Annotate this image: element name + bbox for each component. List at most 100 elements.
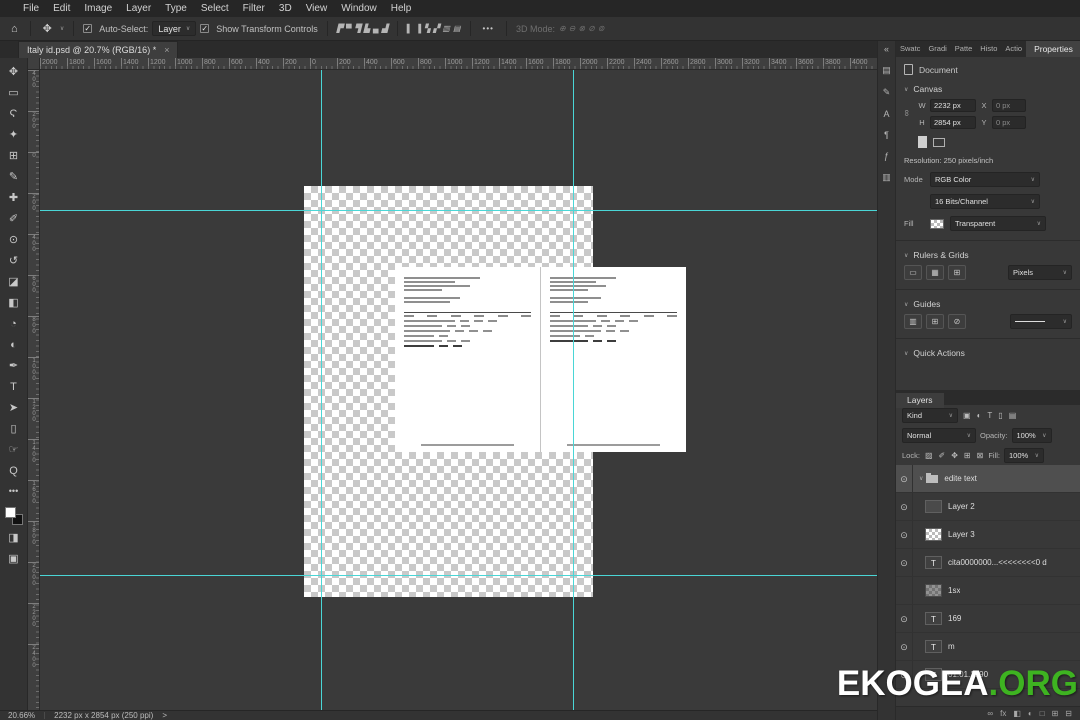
healing-brush-tool[interactable]: ✚ <box>0 188 28 209</box>
menu-item[interactable]: 3D <box>272 3 299 14</box>
glyphs-panel-icon[interactable]: ƒ <box>884 151 889 161</box>
menu-item[interactable]: View <box>299 3 335 14</box>
dodge-tool[interactable]: ◐ <box>0 335 28 356</box>
adjustment-layer-icon[interactable]: ◐ <box>1028 709 1033 718</box>
quick-actions-section-header[interactable]: ∨ Quick Actions <box>904 348 1072 358</box>
pen-tool[interactable]: ✒ <box>0 356 28 377</box>
menu-item[interactable]: Help <box>384 3 419 14</box>
text-layer-thumbnail[interactable]: T <box>925 556 942 569</box>
foreground-color-swatch[interactable] <box>4 507 16 518</box>
show-transform-checkbox[interactable]: ✓ <box>200 24 210 33</box>
visibility-eye-icon[interactable]: ⊙ <box>896 493 913 520</box>
distribute-icon[interactable]: ▥ <box>442 24 450 33</box>
visibility-eye-icon[interactable]: ⊙ <box>896 605 913 632</box>
close-icon[interactable]: × <box>164 45 169 55</box>
toggle-grid-icon[interactable]: ▦ <box>926 265 944 280</box>
toggle-guides-icon[interactable]: ▥ <box>904 314 922 329</box>
crop-tool[interactable]: ⊞ <box>0 146 28 167</box>
clone-stamp-tool[interactable]: ⊙ <box>0 230 28 251</box>
visibility-eye-icon[interactable] <box>896 577 913 604</box>
new-layer-icon[interactable]: ⊞ <box>1052 709 1059 718</box>
lock-transparency-icon[interactable]: ▨ <box>924 451 934 460</box>
layer-thumbnail[interactable] <box>925 584 942 597</box>
text-layer-thumbnail[interactable]: T <box>925 612 942 625</box>
auto-select-target-dropdown[interactable]: Layer ∨ <box>152 21 197 36</box>
lock-image-icon[interactable]: ✐ <box>938 451 947 460</box>
lock-all-icon[interactable]: ⊠ <box>976 451 985 460</box>
layer-row[interactable]: ⊙ Layer 3 <box>896 521 1080 549</box>
more-options-icon[interactable]: ••• <box>480 24 497 33</box>
filter-pixel-layers-icon[interactable]: ▣ <box>962 411 972 420</box>
distribute-icon[interactable]: ▞ <box>433 24 439 33</box>
blend-mode-dropdown[interactable]: Normal ∨ <box>902 427 976 443</box>
screen-mode-icon[interactable]: ▣ <box>0 549 28 570</box>
guide-horizontal-top[interactable] <box>40 210 877 211</box>
layer-row[interactable]: ⊙ T cita0000000...<<<<<<<<0 d <box>896 549 1080 577</box>
layer-row[interactable]: ⊙ T 169 <box>896 605 1080 633</box>
menu-item[interactable]: Select <box>194 3 236 14</box>
add-mask-icon[interactable]: ◧ <box>1013 709 1021 718</box>
current-tool-icon[interactable]: ✥ <box>40 22 55 35</box>
color-mode-dropdown[interactable]: RGB Color ∨ <box>930 172 1040 187</box>
edit-toolbar-icon[interactable]: ••• <box>0 482 28 500</box>
menu-item[interactable]: Window <box>334 3 384 14</box>
character-panel-icon[interactable]: A <box>883 109 889 119</box>
lock-position-icon[interactable]: ✥ <box>950 451 959 460</box>
tab-properties[interactable]: Properties <box>1026 41 1080 57</box>
vertical-ruler[interactable]: 400 200 0 200 400 600 800 1000 1200 1400 1600 1800 2… <box>28 70 40 710</box>
menu-item[interactable]: Image <box>77 3 119 14</box>
group-expand-icon[interactable]: ∨ <box>919 475 923 482</box>
canvas-section-header[interactable]: ∨ Canvas <box>904 84 1072 94</box>
layer-thumbnail[interactable] <box>925 500 942 513</box>
zoom-tool[interactable]: Q <box>0 461 28 482</box>
layer-row[interactable]: ⊙ ∨ edite text <box>896 465 1080 493</box>
type-tool[interactable]: T <box>0 377 28 398</box>
layer-row[interactable]: ⊙ Layer 2 <box>896 493 1080 521</box>
visibility-eye-icon[interactable]: ⊙ <box>896 521 913 548</box>
distribute-icon[interactable]: ▚ <box>424 24 430 33</box>
filter-smart-objects-icon[interactable]: ▤ <box>1008 411 1018 420</box>
menu-item[interactable]: Filter <box>236 3 272 14</box>
lock-artboard-icon[interactable]: ⊞ <box>963 451 972 460</box>
menu-item[interactable]: Type <box>158 3 194 14</box>
visibility-eye-icon[interactable]: ⊙ <box>896 633 913 660</box>
shape-tool[interactable]: ▯ <box>0 419 28 440</box>
path-selection-tool[interactable]: ➤ <box>0 398 28 419</box>
canvas-area[interactable]: 2000 1800 1600 1400 1200 1000 800 600 400 200 0 200… <box>28 58 877 710</box>
lasso-tool[interactable]: Ϛ <box>0 104 28 125</box>
menu-item[interactable]: Edit <box>46 3 77 14</box>
layer-row[interactable]: 1sx <box>896 577 1080 605</box>
brush-settings-icon[interactable]: ✎ <box>883 87 891 98</box>
fill-dropdown[interactable]: 100% ∨ <box>1003 447 1044 463</box>
brush-tool[interactable]: ✐ <box>0 209 28 230</box>
document-tab[interactable]: Italy id.psd @ 20.7% (RGB/16) * × <box>18 41 179 58</box>
panel-tab[interactable]: Actio <box>1001 41 1026 57</box>
opacity-dropdown[interactable]: 100% ∨ <box>1011 427 1052 443</box>
distribute-icon[interactable]: ▤ <box>453 24 461 33</box>
status-expand-icon[interactable]: > <box>162 711 167 720</box>
text-layer-thumbnail[interactable]: T <box>925 640 942 653</box>
horizontal-ruler[interactable]: 2000 1800 1600 1400 1200 1000 800 600 400 200 0 200… <box>40 58 877 70</box>
width-field[interactable]: 2232 px <box>930 99 976 112</box>
align-icon[interactable]: ▄ <box>373 24 379 33</box>
blur-tool[interactable]: ◔ <box>0 314 28 335</box>
auto-select-checkbox[interactable]: ✓ <box>83 24 93 33</box>
align-icon[interactable]: ▀ <box>346 24 352 33</box>
link-dimensions-icon[interactable]: ∞ <box>902 110 912 116</box>
visibility-eye-icon[interactable]: ⊙ <box>896 549 913 576</box>
quick-selection-tool[interactable]: ✦ <box>0 125 28 146</box>
guides-section-header[interactable]: ∨ Guides <box>904 299 1072 309</box>
orientation-portrait-icon[interactable] <box>918 136 927 148</box>
id-document-layer[interactable] <box>395 267 686 452</box>
marquee-tool[interactable]: ▭ <box>0 83 28 104</box>
orientation-landscape-icon[interactable] <box>933 137 945 147</box>
distribute-icon[interactable]: ▐ <box>415 24 421 33</box>
visibility-eye-icon[interactable]: ⊙ <box>896 465 913 492</box>
layer-row[interactable]: ⊙ T m <box>896 633 1080 661</box>
grid-settings-icon[interactable]: ⊞ <box>948 265 966 280</box>
filter-kind-dropdown[interactable]: Kind ∨ <box>902 407 958 423</box>
height-field[interactable]: 2854 px <box>930 116 976 129</box>
link-layers-icon[interactable]: ∞ <box>987 709 993 718</box>
tab-layers[interactable]: Layers <box>896 393 944 408</box>
new-guide-layout-icon[interactable]: ⊞ <box>926 314 944 329</box>
